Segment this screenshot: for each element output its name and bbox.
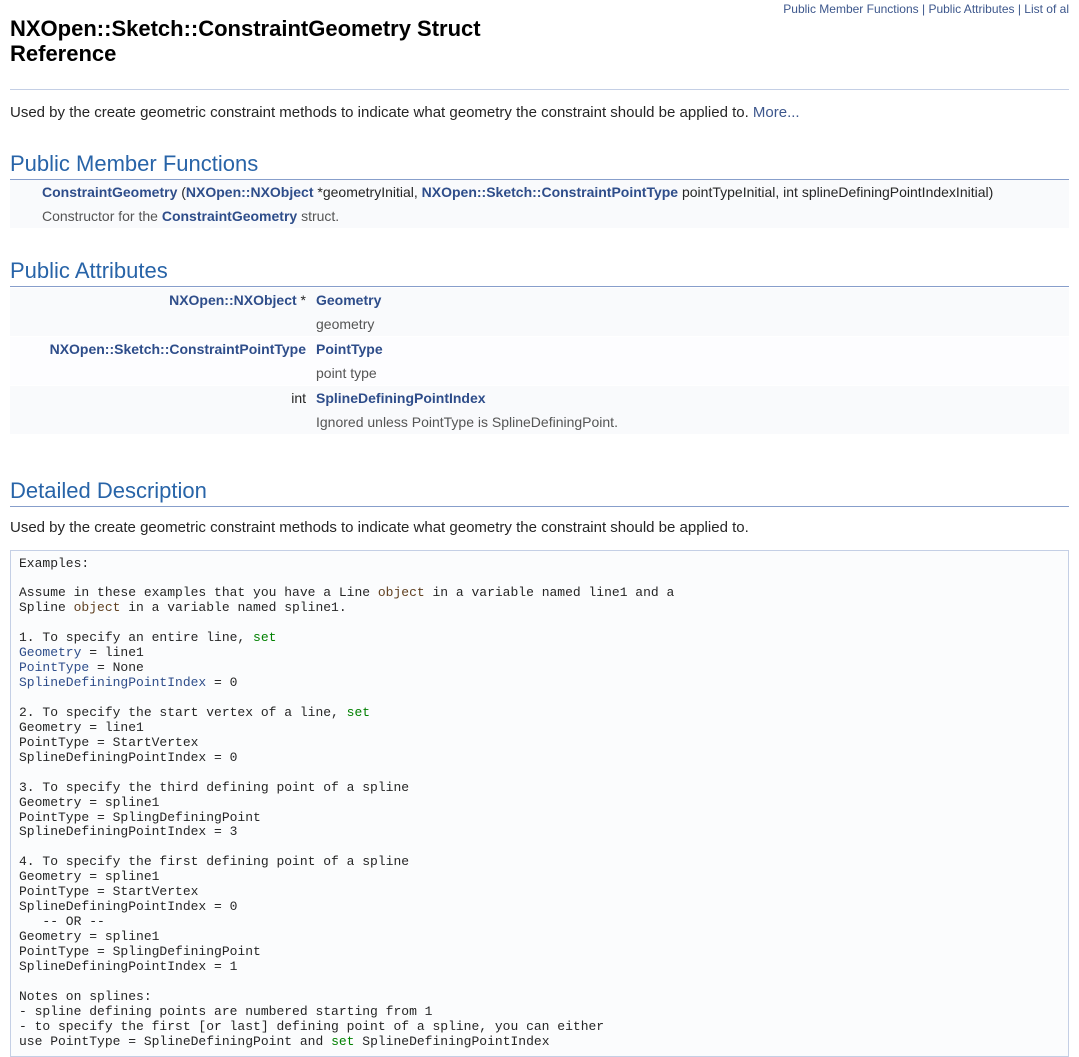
func-sig-text: ( bbox=[177, 184, 186, 200]
section-public-attributes: Public Attributes bbox=[10, 258, 1069, 287]
attr-name-link[interactable]: Geometry bbox=[316, 292, 381, 308]
table-row: ConstraintGeometry (NXOpen::NXObject *ge… bbox=[10, 180, 1069, 204]
code-example: Examples: Assume in these examples that … bbox=[10, 550, 1069, 1057]
divider bbox=[10, 89, 1069, 90]
attr-desc: geometry bbox=[310, 312, 1069, 337]
table-row: Ignored unless PointType is SplineDefini… bbox=[10, 410, 1069, 434]
attr-type-link[interactable]: NXOpen::NXObject bbox=[169, 292, 297, 308]
section-public-member-functions: Public Member Functions bbox=[10, 151, 1069, 180]
table-row: Constructor for the ConstraintGeometry s… bbox=[10, 204, 1069, 228]
attr-type-suffix: int bbox=[291, 390, 306, 406]
table-row: NXOpen::NXObject * Geometry bbox=[10, 287, 1069, 312]
func-sig-text: pointTypeInitial, int splineDefiningPoin… bbox=[678, 184, 993, 200]
attr-name-link[interactable]: PointType bbox=[316, 341, 383, 357]
func-desc-text: Constructor for the bbox=[42, 208, 162, 224]
link-list-of-all[interactable]: List of al bbox=[1024, 2, 1069, 16]
attr-desc: Ignored unless PointType is SplineDefini… bbox=[310, 410, 1069, 434]
type-link-nxobject[interactable]: NXOpen::NXObject bbox=[186, 184, 314, 200]
attr-type-suffix: * bbox=[297, 292, 306, 308]
section-detailed-description: Detailed Description bbox=[10, 478, 1069, 507]
func-desc-link[interactable]: ConstraintGeometry bbox=[162, 208, 297, 224]
brief-description: Used by the create geometric constraint … bbox=[10, 104, 1069, 121]
func-name-link[interactable]: ConstraintGeometry bbox=[42, 184, 177, 200]
link-public-attributes[interactable]: Public Attributes bbox=[928, 2, 1014, 16]
link-public-member-functions[interactable]: Public Member Functions bbox=[783, 2, 918, 16]
public-member-functions-table: ConstraintGeometry (NXOpen::NXObject *ge… bbox=[10, 180, 1069, 228]
page-title: NXOpen::Sketch::ConstraintGeometry Struc… bbox=[10, 16, 510, 67]
detailed-description-text: Used by the create geometric constraint … bbox=[10, 519, 1069, 536]
attr-name-link[interactable]: SplineDefiningPointIndex bbox=[316, 390, 486, 406]
code-link-pointtype[interactable]: PointType bbox=[19, 660, 89, 675]
table-row: point type bbox=[10, 361, 1069, 386]
attr-type-link[interactable]: NXOpen::Sketch::ConstraintPointType bbox=[50, 341, 306, 357]
code-link-splinedefiningpointindex[interactable]: SplineDefiningPointIndex bbox=[19, 675, 206, 690]
more-link[interactable]: More... bbox=[753, 104, 800, 121]
code-link-geometry[interactable]: Geometry bbox=[19, 645, 81, 660]
func-sig-text: *geometryInitial, bbox=[314, 184, 422, 200]
table-row: NXOpen::Sketch::ConstraintPointType Poin… bbox=[10, 336, 1069, 361]
top-nav-links: Public Member Functions | Public Attribu… bbox=[10, 0, 1069, 16]
attr-desc: point type bbox=[310, 361, 1069, 386]
func-desc-text: struct. bbox=[297, 208, 339, 224]
table-row: int SplineDefiningPointIndex bbox=[10, 385, 1069, 410]
public-attributes-table: NXOpen::NXObject * Geometry geometry NXO… bbox=[10, 287, 1069, 434]
brief-text: Used by the create geometric constraint … bbox=[10, 104, 753, 121]
type-link-constraintpointtype[interactable]: NXOpen::Sketch::ConstraintPointType bbox=[422, 184, 678, 200]
table-row: geometry bbox=[10, 312, 1069, 337]
